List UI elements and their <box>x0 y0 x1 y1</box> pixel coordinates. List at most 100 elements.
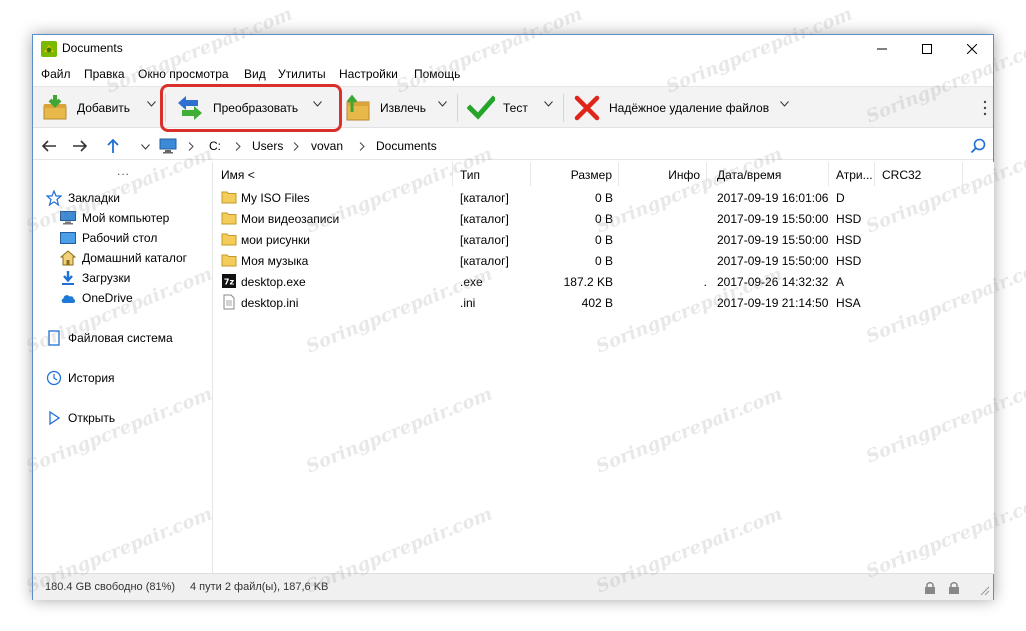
lock-icon[interactable] <box>924 581 936 594</box>
file-row[interactable]: мои рисунки [каталог] 0 B 2017-09-19 15:… <box>214 229 994 250</box>
more-options-icon[interactable] <box>983 100 987 116</box>
nav-label: Открыть <box>68 411 116 425</box>
minimize-icon <box>877 48 887 50</box>
file-attributes: HSA <box>836 296 861 310</box>
column-header-size[interactable]: Размер <box>531 162 619 186</box>
file-date: 2017-09-19 15:50:00 <box>717 254 829 268</box>
file-attributes: HSD <box>836 212 862 226</box>
forward-button[interactable] <box>70 136 90 156</box>
file-attributes: D <box>836 191 845 205</box>
desktop-icon <box>60 232 76 244</box>
arrow-right-icon <box>73 140 88 152</box>
file-type: .exe <box>460 275 483 289</box>
nav-home[interactable]: Домашний каталог <box>60 249 187 267</box>
menu-file[interactable]: Файл <box>41 67 71 81</box>
file-attributes: A <box>836 275 845 289</box>
arrow-up-icon <box>107 138 119 153</box>
file-date: 2017-09-19 21:14:50 <box>717 296 829 310</box>
column-header-type[interactable]: Тип <box>453 162 531 186</box>
computer-icon[interactable] <box>159 138 177 154</box>
file-attributes: HSD <box>836 233 862 247</box>
test-dropdown-icon[interactable] <box>544 101 553 107</box>
nav-label: Загрузки <box>82 271 131 285</box>
search-icon[interactable] <box>970 138 986 154</box>
file-list: Имя < Тип Размер Инфо Дата/время Атри...… <box>214 162 994 574</box>
selection-summary-text: 4 пути 2 файл(ы), 187,6 KB <box>190 581 329 593</box>
file-row[interactable]: desktop.ini .ini 402 B 2017-09-19 21:14:… <box>214 292 994 313</box>
menu-tools[interactable]: Утилиты <box>278 67 326 81</box>
nav-label: Файловая система <box>68 331 173 345</box>
nav-onedrive[interactable]: OneDrive <box>60 289 133 307</box>
chevron-right-icon[interactable] <box>188 142 194 151</box>
nav-bookmarks[interactable]: Закладки <box>46 189 120 207</box>
file-row[interactable]: Моя музыка [каталог] 0 B 2017-09-19 15:5… <box>214 250 994 271</box>
nav-label: OneDrive <box>82 291 133 305</box>
file-info: . <box>703 275 707 289</box>
nav-open[interactable]: Открыть <box>46 409 115 427</box>
add-label: Добавить <box>77 101 131 115</box>
navigation-pane: ... Закладки Мой компьютер Рабочий стол … <box>33 162 213 574</box>
breadcrumb-documents[interactable]: Documents <box>376 139 437 153</box>
toolbar-separator <box>457 94 458 122</box>
breadcrumb-drive[interactable]: C: <box>209 139 221 153</box>
add-archive-icon <box>43 95 67 120</box>
column-header-info[interactable]: Инфо <box>619 162 707 186</box>
nav-desktop[interactable]: Рабочий стол <box>60 229 157 247</box>
column-header-name[interactable]: Имя < <box>214 162 453 186</box>
extract-icon <box>346 94 370 121</box>
column-header-crc32[interactable]: CRC32 <box>875 162 963 186</box>
file-row[interactable]: Мои видеозаписи [каталог] 0 B 2017-09-19… <box>214 208 994 229</box>
back-button[interactable] <box>39 136 59 156</box>
add-dropdown-icon[interactable] <box>147 101 156 107</box>
up-button[interactable] <box>103 136 123 156</box>
star-icon <box>46 190 62 206</box>
chevron-right-icon[interactable] <box>359 142 365 151</box>
breadcrumb-user[interactable]: vovan <box>311 139 343 153</box>
menu-edit[interactable]: Правка <box>84 67 125 81</box>
file-size: 187.2 KB <box>563 275 613 289</box>
address-bar: C: Users vovan Documents <box>33 132 993 160</box>
free-space-text: 180.4 GB свободно (81%) <box>45 581 176 593</box>
nav-my-computer[interactable]: Мой компьютер <box>60 209 169 227</box>
file-row[interactable]: My ISO Files [каталог] 0 B 2017-09-19 16… <box>214 187 994 208</box>
minimize-button[interactable] <box>859 35 905 63</box>
download-icon <box>62 271 74 285</box>
extract-dropdown-icon[interactable] <box>438 101 447 107</box>
menu-settings[interactable]: Настройки <box>339 67 398 81</box>
test-label: Тест <box>503 101 528 115</box>
secure-delete-label: Надёжное удаление файлов <box>609 101 770 115</box>
breadcrumb-users[interactable]: Users <box>252 139 283 153</box>
menu-help[interactable]: Помощь <box>414 67 460 81</box>
column-header-datetime[interactable]: Дата/время <box>707 162 829 186</box>
nav-history[interactable]: История <box>46 369 115 387</box>
menu-viewer[interactable]: Окно просмотра <box>138 67 229 81</box>
pane-collapse-dots[interactable]: ... <box>117 164 130 178</box>
extract-button[interactable]: Извлечь <box>344 91 426 125</box>
chevron-right-icon[interactable] <box>293 142 299 151</box>
file-name: Мои видеозаписи <box>241 212 340 226</box>
file-size: 0 B <box>594 212 613 226</box>
secure-delete-dropdown-icon[interactable] <box>780 101 789 107</box>
lock-icon[interactable] <box>948 581 960 594</box>
test-button[interactable]: Тест <box>467 91 528 125</box>
file-row[interactable]: 7z desktop.exe .exe 187.2 KB . 2017-09-2… <box>214 271 994 292</box>
maximize-button[interactable] <box>904 35 950 63</box>
file-date: 2017-09-26 14:32:32 <box>717 275 829 289</box>
nav-downloads[interactable]: Загрузки <box>60 269 130 287</box>
file-type: [каталог] <box>460 233 509 247</box>
close-button[interactable] <box>949 35 995 63</box>
folder-icon <box>221 191 237 204</box>
svg-text:7z: 7z <box>224 278 235 287</box>
chevron-right-icon[interactable] <box>235 142 241 151</box>
add-button[interactable]: Добавить <box>41 91 130 125</box>
column-header-attributes[interactable]: Атри... <box>829 162 875 186</box>
status-bar: 180.4 GB свободно (81%) 4 пути 2 файл(ы)… <box>33 573 993 600</box>
file-name: desktop.ini <box>241 296 299 310</box>
secure-delete-button[interactable]: Надёжное удаление файлов <box>573 91 769 125</box>
window-title: Documents <box>62 41 123 55</box>
resize-grip-icon[interactable] <box>980 586 990 596</box>
history-dropdown-icon[interactable] <box>141 144 150 150</box>
menu-view[interactable]: Вид <box>244 67 266 81</box>
nav-file-system[interactable]: Файловая система <box>46 329 173 347</box>
file-date: 2017-09-19 15:50:00 <box>717 233 829 247</box>
